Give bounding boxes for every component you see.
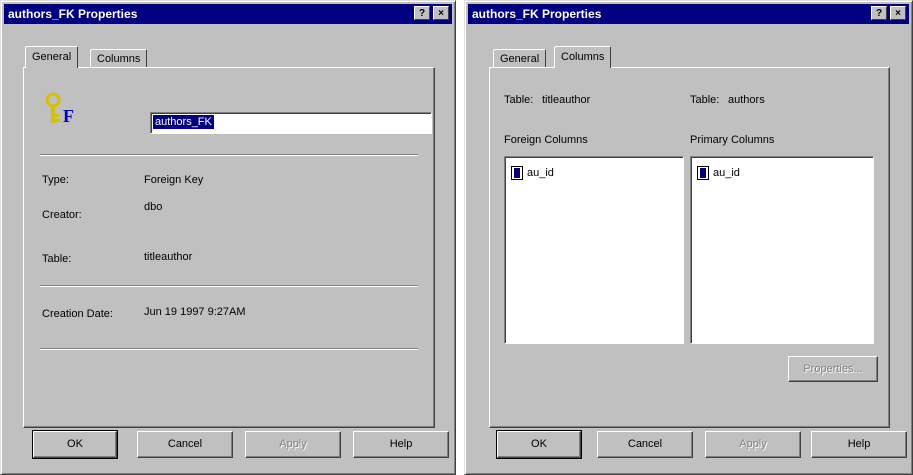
column-icon: [697, 166, 709, 180]
primary-table-label: Table:: [690, 94, 720, 106]
primary-columns-list[interactable]: au_id: [690, 156, 874, 344]
cancel-button[interactable]: Cancel: [597, 431, 693, 458]
tab-general[interactable]: General: [25, 46, 79, 68]
foreign-table-label: Table:: [504, 94, 534, 106]
column-icon: [511, 166, 523, 180]
help-title-button[interactable]: ?: [871, 6, 887, 20]
creator-label: Creator:: [42, 209, 82, 221]
title-bar: authors_FK Properties ? ×: [4, 4, 452, 24]
list-item[interactable]: au_id: [697, 165, 740, 181]
title-bar: authors_FK Properties ? ×: [468, 4, 909, 24]
primary-columns-label: Primary Columns: [690, 134, 775, 146]
name-input[interactable]: authors_FK: [150, 112, 432, 134]
list-item-label: au_id: [713, 167, 740, 179]
foreign-columns-label: Foreign Columns: [504, 134, 588, 146]
general-tab-panel: F authors_FK Type: Foreign Key Creator: …: [23, 67, 435, 428]
apply-button[interactable]: Apply: [245, 431, 341, 458]
primary-table-value: authors: [728, 94, 765, 106]
foreign-columns-list[interactable]: au_id: [504, 156, 684, 344]
ok-button[interactable]: OK: [32, 430, 118, 459]
tab-general[interactable]: General: [493, 49, 547, 68]
close-button[interactable]: ×: [433, 6, 449, 20]
help-button[interactable]: Help: [811, 431, 907, 458]
close-button[interactable]: ×: [890, 6, 906, 20]
cancel-button[interactable]: Cancel: [137, 431, 233, 458]
properties-dialog-general: authors_FK Properties ? × General Column…: [0, 0, 456, 475]
type-value: Foreign Key: [144, 174, 204, 186]
help-title-button[interactable]: ?: [414, 6, 430, 20]
help-button[interactable]: Help: [353, 431, 449, 458]
svg-text:F: F: [63, 106, 74, 126]
foreign-table-value: titleauthor: [542, 94, 591, 106]
separator: [40, 348, 418, 350]
creation-date-label: Creation Date:: [42, 308, 113, 320]
table-value: titleauthor: [144, 251, 193, 263]
tab-strip: General Columns: [1, 45, 455, 68]
apply-button[interactable]: Apply: [705, 431, 801, 458]
columns-tab-panel: Table: titleauthor Table: authors Foreig…: [489, 67, 890, 428]
separator: [40, 154, 418, 156]
properties-dialog-columns: authors_FK Properties ? × General Column…: [464, 0, 913, 475]
table-label: Table:: [42, 253, 72, 265]
list-item[interactable]: au_id: [511, 165, 554, 181]
tab-columns[interactable]: Columns: [90, 49, 148, 68]
creator-value: dbo: [144, 201, 163, 213]
creation-date-value: Jun 19 1997 9:27AM: [144, 306, 246, 318]
tab-columns[interactable]: Columns: [554, 46, 612, 68]
ok-button[interactable]: OK: [496, 430, 582, 459]
properties-button[interactable]: Properties...: [788, 356, 878, 382]
name-input-value: authors_FK: [153, 115, 214, 129]
tab-strip: General Columns: [465, 45, 912, 68]
dialog-title: authors_FK Properties: [8, 7, 138, 21]
list-item-label: au_id: [527, 167, 554, 179]
foreign-key-icon: F: [45, 92, 74, 126]
dialog-title: authors_FK Properties: [472, 7, 602, 21]
type-label: Type:: [42, 174, 69, 186]
separator: [40, 285, 418, 287]
